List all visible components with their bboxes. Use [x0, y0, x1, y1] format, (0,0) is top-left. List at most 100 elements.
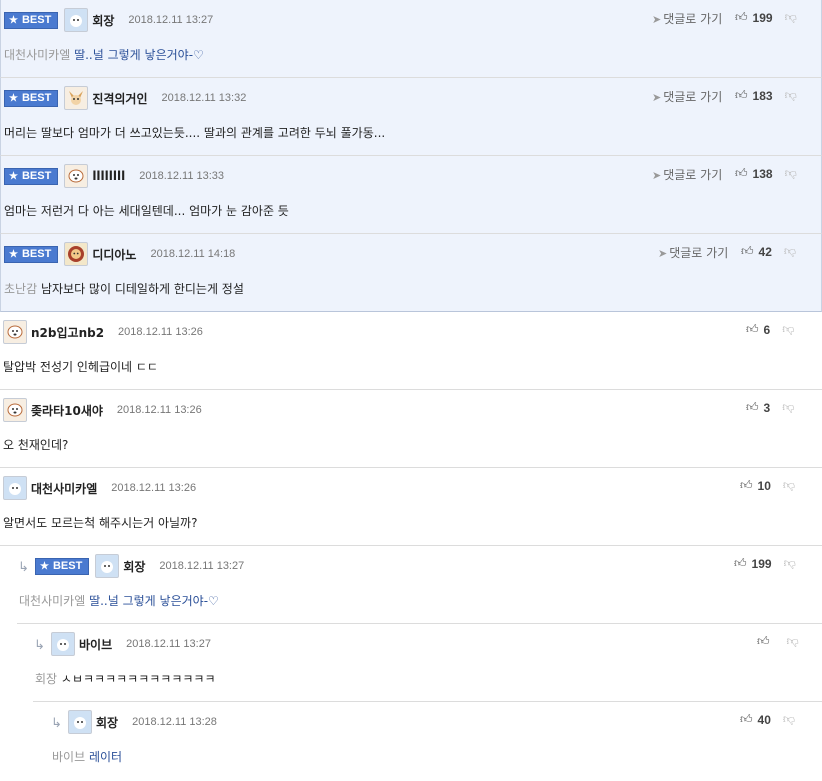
- thumbs-down-icon[interactable]: 👎︎: [785, 88, 797, 103]
- star-icon: ★: [9, 14, 18, 26]
- thumbs-down-icon[interactable]: 👎︎: [783, 478, 795, 493]
- thumbs-down-icon[interactable]: 👎︎: [787, 634, 799, 649]
- thumbs-up-icon[interactable]: 👍︎: [741, 244, 754, 259]
- timestamp: 2018.12.11 13:32: [161, 92, 247, 104]
- comment-text: 초난감 남자보다 많이 디테일하게 한디는게 정설: [4, 282, 244, 296]
- star-icon: ★: [9, 92, 18, 104]
- thumbs-down-icon[interactable]: 👎︎: [782, 322, 794, 337]
- comment-text: 바이브 레이터: [52, 750, 123, 764]
- best-badge: ★ BEST: [4, 11, 59, 29]
- thumbs-up-icon[interactable]: 👍︎: [740, 712, 753, 727]
- thumbs-up-icon[interactable]: 👍︎: [735, 166, 748, 181]
- reply-arrow-icon: ↳: [18, 560, 29, 575]
- go-to-reply-link[interactable]: ➤ 댓글로 가기: [652, 166, 722, 183]
- vote-box: 👍︎ 183 👎︎: [735, 88, 797, 103]
- avatar[interactable]: [3, 320, 27, 344]
- avatar[interactable]: [3, 476, 27, 500]
- reply-arrow-icon: ↳: [51, 716, 62, 731]
- thumbs-up-icon[interactable]: 👍︎: [740, 478, 753, 493]
- thumbs-down-icon[interactable]: 👎︎: [785, 166, 797, 181]
- go-to-reply-link[interactable]: ➤ 댓글로 가기: [652, 10, 722, 27]
- nickname[interactable]: 회장: [96, 714, 118, 731]
- thumbs-up-icon[interactable]: 👍︎: [746, 400, 759, 415]
- reply-arrow-icon: ↳: [34, 638, 45, 653]
- best-comment: ★ BEST 진격의거인 2018.12.11 13:32 ➤ 댓글로 가기 👍︎ 1…: [0, 78, 822, 156]
- comment: n2b입고nb2 2018.12.11 13:26 👍︎ 6 👎︎ 탈압박 전성기 …: [0, 312, 822, 390]
- nickname[interactable]: 좆라타10새야: [31, 402, 103, 419]
- thumbs-down-icon[interactable]: 👎︎: [783, 712, 795, 727]
- comment-text: 엄마는 저런거 다 아는 세대일텐데... 엄마가 눈 감아준 듯: [4, 204, 289, 218]
- vote-count: 6: [763, 322, 771, 337]
- thumbs-down-icon[interactable]: 👎︎: [784, 244, 796, 259]
- nickname[interactable]: 바이브: [79, 636, 112, 653]
- avatar[interactable]: [3, 398, 27, 422]
- nickname[interactable]: 회장: [92, 12, 114, 29]
- thumbs-down-icon[interactable]: 👎︎: [785, 10, 797, 25]
- comment: 좆라타10새야 2018.12.11 13:26 👍︎ 3 👎︎ 오 천재인데?: [0, 390, 822, 468]
- comment-text: 탈압박 전성기 인헤급이네 ㄷㄷ: [3, 360, 158, 374]
- vote-box: 👍︎ 10 👎︎: [740, 478, 795, 493]
- timestamp: 2018.12.11 13:26: [116, 404, 202, 416]
- best-badge: ★ BEST: [4, 245, 59, 263]
- mention[interactable]: 대천사미카엘: [4, 48, 70, 62]
- reply-comment: ↳ ★ BEST 회장 2018.12.11 13:27 👍︎ 199 👎︎ 대천사미…: [17, 546, 822, 624]
- best-comment: ★ BEST 디디아노 2018.12.11 14:18 ➤ 댓글로 가기 👍︎ 42…: [0, 234, 822, 312]
- comment-text: 회장 ㅅㅂㅋㅋㅋㅋㅋㅋㅋㅋㅋㅋㅋㅋ: [35, 672, 216, 686]
- nickname[interactable]: 대천사미카엘: [31, 480, 97, 497]
- vote-count: 40: [757, 712, 771, 727]
- timestamp: 2018.12.11 13:28: [132, 716, 217, 728]
- vote-box: 👍︎ 3 👎︎: [746, 400, 794, 415]
- mention[interactable]: 대천사미카엘: [19, 594, 85, 608]
- reply-comment: ↳ 바이브 2018.12.11 13:27 👍︎ 👎︎ 회장 ㅅㅂㅋㅋㅋㅋㅋㅋㅋ…: [33, 624, 822, 702]
- star-icon: ★: [9, 248, 18, 260]
- timestamp: 2018.12.11 13:27: [126, 638, 211, 650]
- mention[interactable]: 바이브: [52, 750, 85, 764]
- nickname[interactable]: llllllll: [92, 169, 125, 183]
- go-to-reply-link[interactable]: ➤ 댓글로 가기: [652, 88, 722, 105]
- avatar[interactable]: [95, 554, 120, 578]
- vote-count: 10: [757, 478, 771, 493]
- thumbs-down-icon[interactable]: 👎︎: [784, 556, 796, 571]
- avatar[interactable]: [51, 632, 75, 656]
- thumbs-up-icon[interactable]: 👍︎: [746, 322, 759, 337]
- reply-comment: ↳ 회장 2018.12.11 13:28 👍︎ 40 👎︎ 바이브 레이터: [50, 702, 822, 780]
- arrow-icon: ➤: [652, 91, 662, 104]
- thumbs-down-icon[interactable]: 👎︎: [782, 400, 794, 415]
- vote-box: 👍︎ 199 👎︎: [734, 556, 796, 571]
- avatar[interactable]: [64, 164, 89, 188]
- comment-list: ★ BEST 회장 2018.12.11 13:27 ➤ 댓글로 가기 👍︎ 199 👎…: [0, 0, 822, 780]
- timestamp: 2018.12.11 13:33: [139, 170, 225, 182]
- mention[interactable]: 초난감: [4, 282, 37, 296]
- nickname[interactable]: n2b입고nb2: [31, 324, 104, 341]
- vote-box: 👍︎ 40 👎︎: [740, 712, 795, 727]
- nickname[interactable]: 회장: [123, 558, 145, 575]
- best-badge: ★ BEST: [35, 557, 90, 575]
- avatar[interactable]: [68, 710, 92, 734]
- nickname[interactable]: 진격의거인: [92, 90, 147, 107]
- thumbs-up-icon[interactable]: 👍︎: [735, 10, 748, 25]
- avatar[interactable]: [64, 86, 89, 110]
- vote-count: 42: [758, 244, 772, 259]
- thumbs-up-icon[interactable]: 👍︎: [757, 634, 770, 649]
- vote-count: 138: [752, 166, 773, 181]
- thumbs-up-icon[interactable]: 👍︎: [735, 88, 748, 103]
- timestamp: 2018.12.11 13:26: [118, 326, 203, 338]
- timestamp: 2018.12.11 13:26: [111, 482, 197, 494]
- nickname[interactable]: 디디아노: [92, 246, 136, 263]
- avatar[interactable]: [64, 8, 89, 32]
- timestamp: 2018.12.11 13:27: [128, 14, 214, 26]
- thumbs-up-icon[interactable]: 👍︎: [734, 556, 747, 571]
- arrow-icon: ➤: [652, 169, 662, 182]
- best-comment: ★ BEST 회장 2018.12.11 13:27 ➤ 댓글로 가기 👍︎ 199 👎…: [0, 0, 822, 78]
- vote-box: 👍︎ 138 👎︎: [735, 166, 797, 181]
- comment-text: 대천사미카엘 딸..널 그렇게 낳은거야-♡: [4, 48, 204, 62]
- star-icon: ★: [9, 170, 18, 182]
- vote-box: 👍︎ 42 👎︎: [741, 244, 796, 259]
- mention[interactable]: 회장: [35, 672, 57, 686]
- arrow-icon: ➤: [658, 247, 668, 260]
- best-badge: ★ BEST: [4, 167, 59, 185]
- arrow-icon: ➤: [652, 13, 662, 26]
- avatar[interactable]: [64, 242, 89, 266]
- comment-text: 알면서도 모르는척 해주시는거 아닐까?: [3, 516, 198, 530]
- go-to-reply-link[interactable]: ➤ 댓글로 가기: [658, 244, 728, 261]
